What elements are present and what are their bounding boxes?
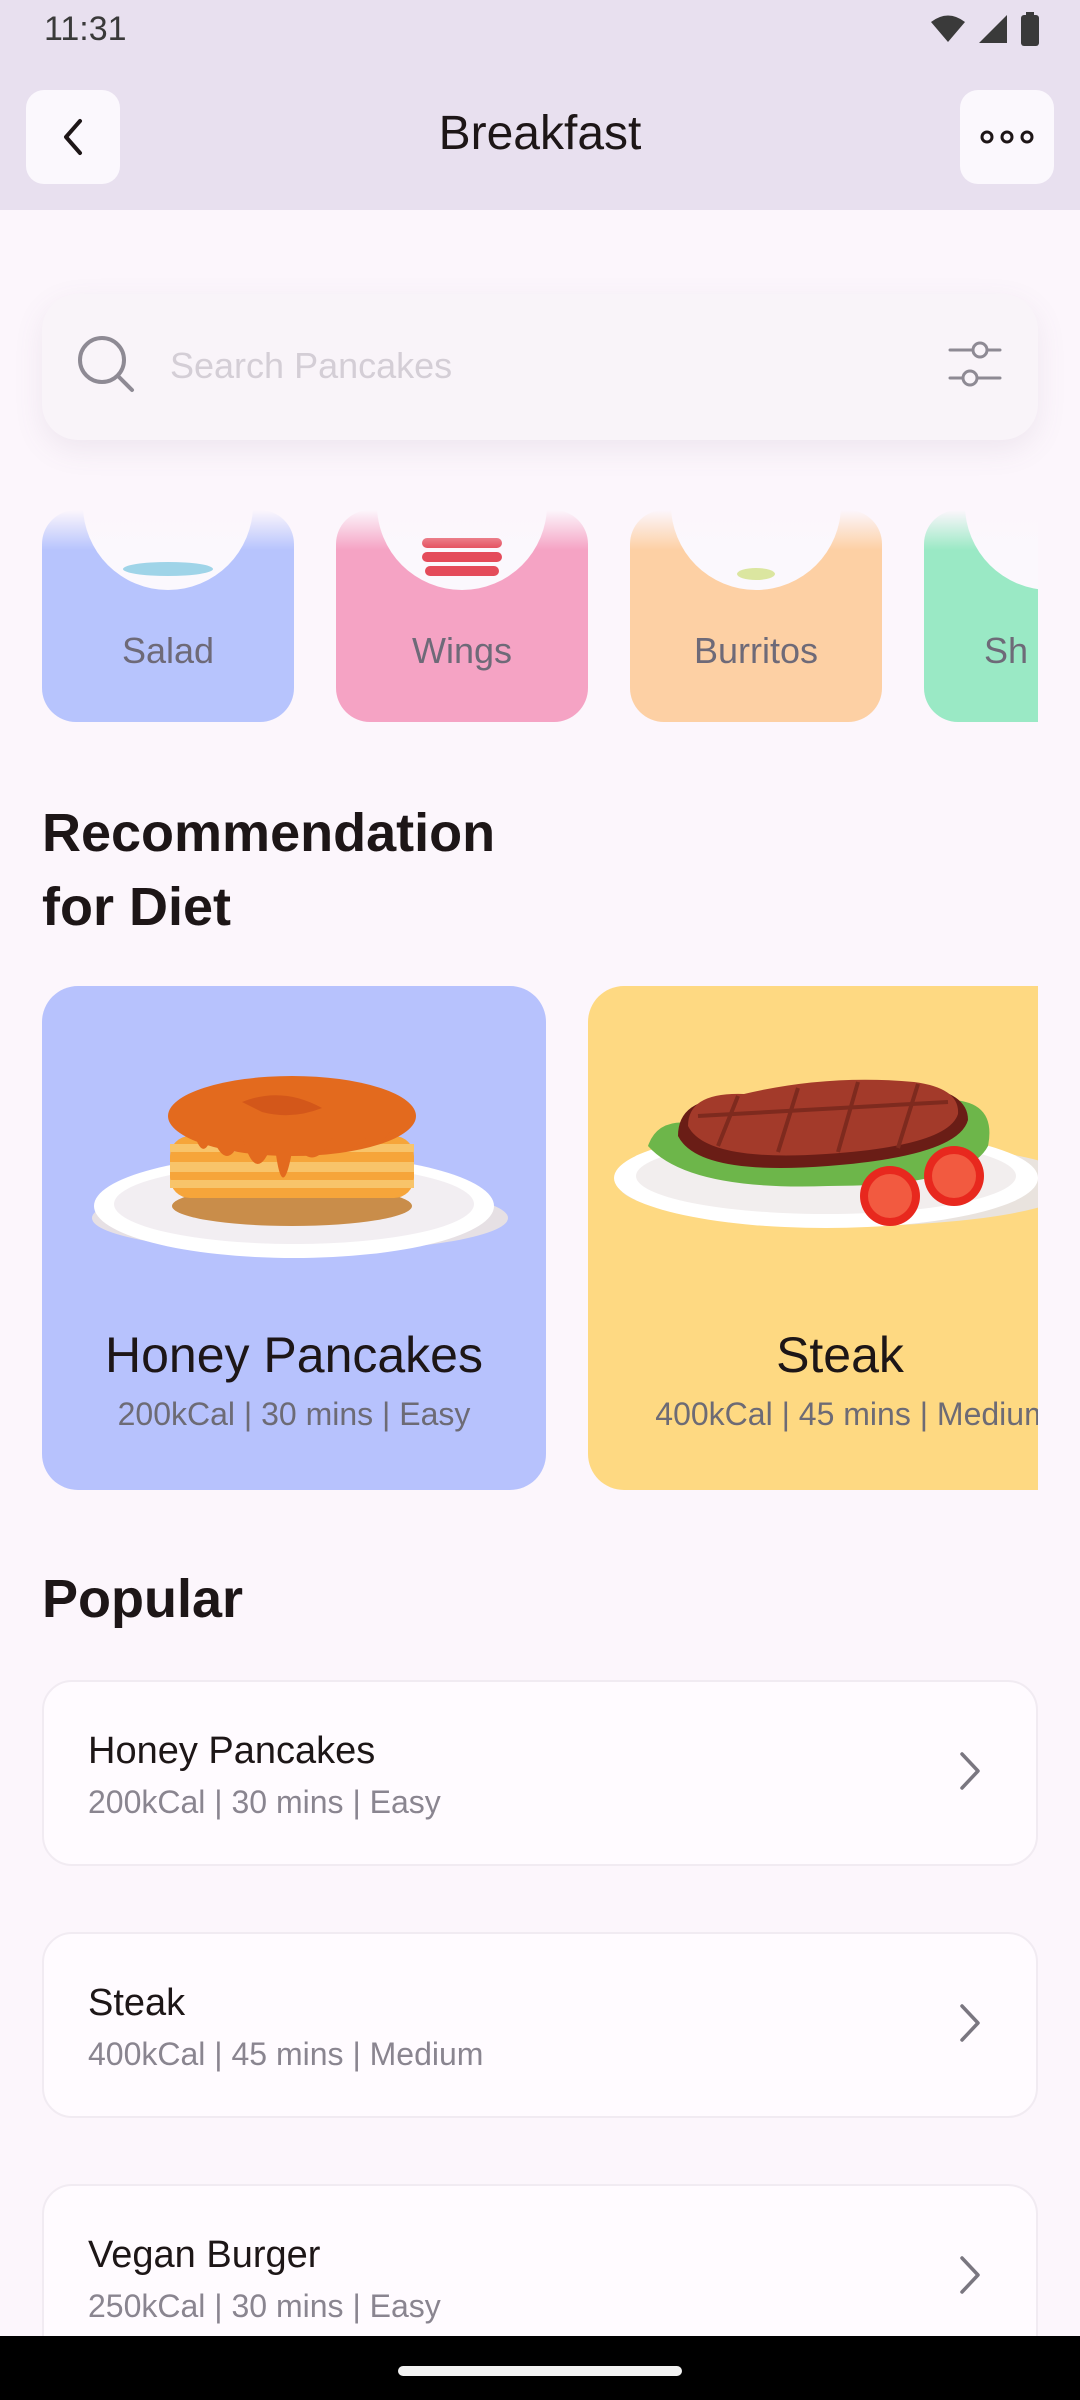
recommendation-title-line2: for Diet bbox=[42, 877, 231, 937]
category-label: Sh bbox=[984, 630, 1029, 671]
popular-item-name: Steak bbox=[88, 1982, 186, 2024]
steak-icon bbox=[614, 1079, 1038, 1228]
search-icon bbox=[78, 336, 134, 392]
scroll-fade bbox=[42, 510, 1038, 550]
status-time: 11:31 bbox=[44, 10, 127, 48]
category-list: Salad Wings Burritos Sh bbox=[42, 510, 1038, 722]
chevron-right-icon bbox=[960, 2004, 980, 2042]
recommendation-title: Recommendation for Diet bbox=[42, 796, 495, 944]
recommendation-name: Honey Pancakes bbox=[104, 1327, 483, 1383]
more-dots-icon bbox=[980, 130, 1034, 144]
filter-icon[interactable] bbox=[948, 340, 1002, 390]
recommendation-list: Honey Pancakes 200kCal | 30 mins | Easy … bbox=[42, 986, 1038, 1490]
category-label: Salad bbox=[121, 630, 215, 671]
chevron-right-icon bbox=[960, 1752, 980, 1790]
more-options-button[interactable] bbox=[960, 90, 1054, 184]
signal-icon bbox=[979, 15, 1007, 43]
popular-title: Popular bbox=[42, 1569, 244, 1629]
app-header: Breakfast bbox=[0, 60, 1080, 210]
page-title: Breakfast bbox=[438, 107, 642, 160]
chevron-right-icon bbox=[960, 2256, 980, 2294]
status-bar: 11:31 bbox=[0, 0, 1080, 60]
recommendation-card-honey-pancakes[interactable]: Honey Pancakes 200kCal | 30 mins | Easy bbox=[42, 986, 546, 1490]
pancakes-icon bbox=[92, 1076, 508, 1258]
recommendation-name: Steak bbox=[776, 1327, 904, 1383]
popular-item-info: 250kCal | 30 mins | Easy bbox=[88, 2288, 441, 2324]
category-label: Burritos bbox=[693, 630, 819, 671]
popular-item-name: Honey Pancakes bbox=[88, 1730, 376, 1772]
wifi-icon bbox=[931, 15, 965, 42]
popular-item-info: 400kCal | 45 mins | Medium bbox=[88, 2036, 484, 2072]
home-gesture-handle[interactable] bbox=[398, 2366, 682, 2376]
status-icons bbox=[930, 12, 1040, 46]
popular-item-honey-pancakes[interactable]: Honey Pancakes 200kCal | 30 mins | Easy bbox=[42, 1680, 1038, 1866]
system-navigation-bar bbox=[0, 2336, 1080, 2400]
category-label: Wings bbox=[411, 630, 513, 671]
search-bar bbox=[42, 294, 1038, 440]
recommendation-info: 400kCal | 45 mins | Medium bbox=[655, 1396, 1038, 1432]
battery-icon bbox=[1021, 12, 1039, 46]
search-input[interactable] bbox=[168, 340, 932, 392]
recommendation-card-steak[interactable]: Steak 400kCal | 45 mins | Medium bbox=[588, 986, 1038, 1490]
popular-item-name: Vegan Burger bbox=[88, 2234, 321, 2276]
recommendation-title-line1: Recommendation bbox=[42, 803, 496, 863]
recommendation-info: 200kCal | 30 mins | Easy bbox=[117, 1396, 471, 1432]
popular-item-steak[interactable]: Steak 400kCal | 45 mins | Medium bbox=[42, 1932, 1038, 2118]
popular-item-info: 200kCal | 30 mins | Easy bbox=[88, 1784, 441, 1820]
